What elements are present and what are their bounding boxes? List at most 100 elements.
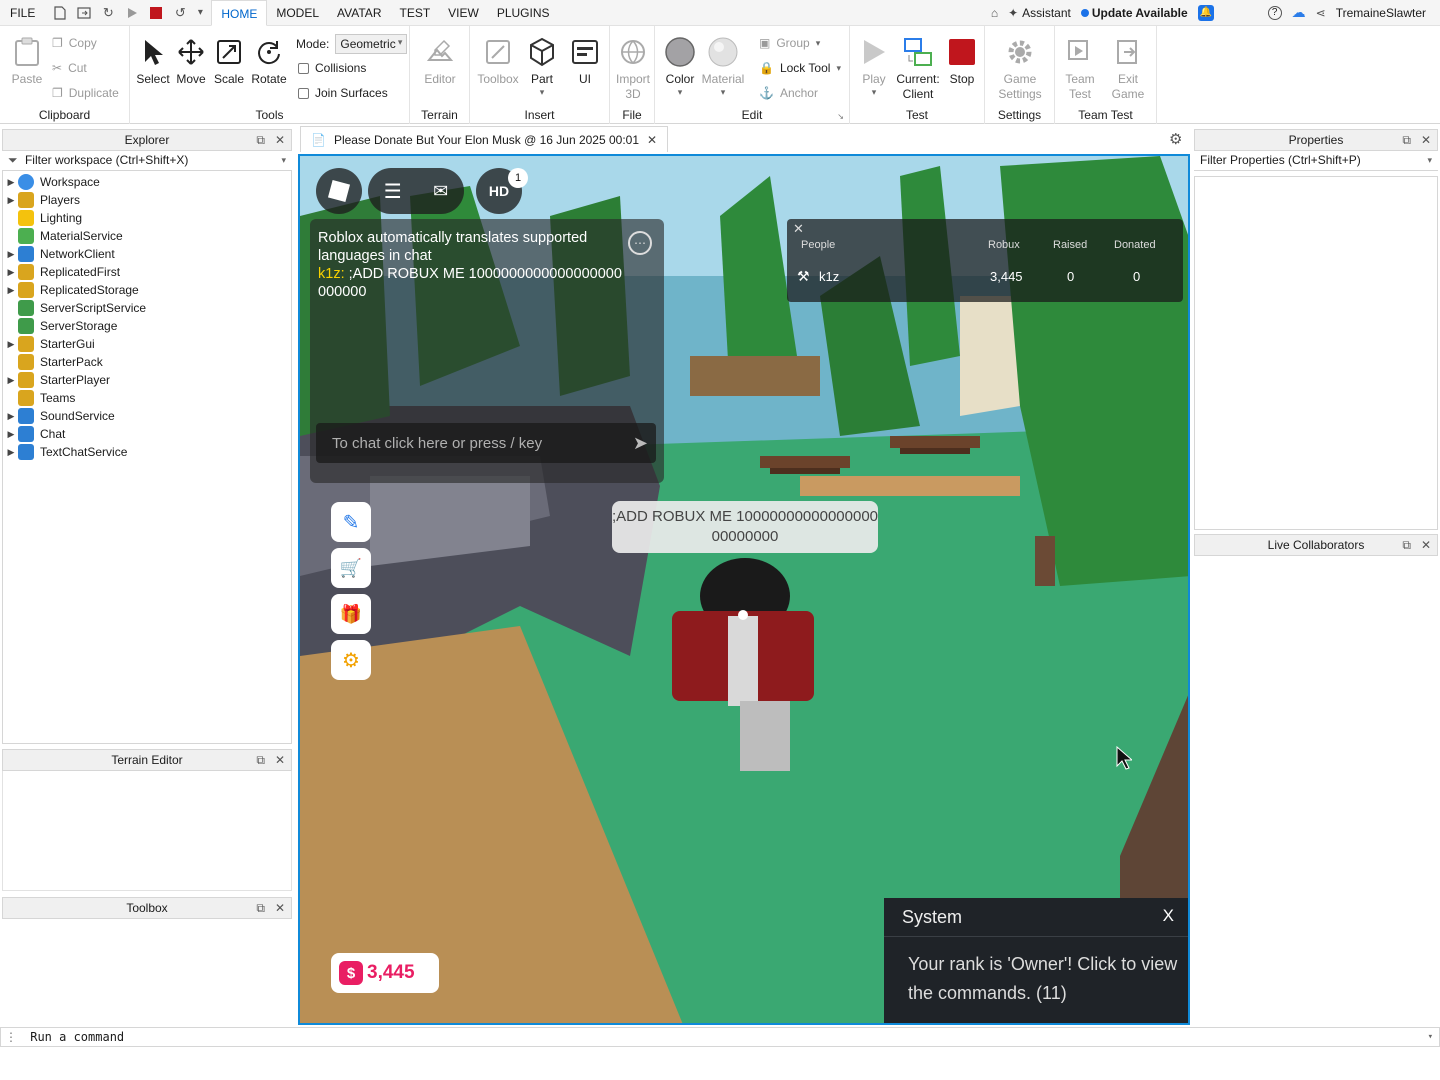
expand-arrow-icon[interactable]: ▶ <box>4 267 18 278</box>
hamburger-menu-icon[interactable]: ☰ <box>384 179 402 204</box>
lock-tool-button[interactable]: 🔒 Lock Tool ▾ <box>759 61 841 75</box>
lock-dropdown-icon[interactable]: ▾ <box>836 63 841 74</box>
collisions-toggle[interactable]: Collisions <box>298 61 366 75</box>
scale-button[interactable]: Scale <box>210 36 248 87</box>
exit-game-button[interactable]: Exit Game <box>1107 36 1149 102</box>
ui-button[interactable]: UI <box>566 36 604 87</box>
tab-plugins[interactable]: PLUGINS <box>488 0 559 26</box>
group-button[interactable]: ▣ Group ▾ <box>759 36 820 50</box>
explorer-item[interactable]: StarterPack <box>4 353 292 371</box>
tab-avatar[interactable]: AVATAR <box>328 0 390 26</box>
edit-side-button[interactable]: ✎ <box>331 502 371 542</box>
close-icon[interactable]: ✕ <box>1421 535 1431 555</box>
explorer-item[interactable]: MaterialService <box>4 227 292 245</box>
customize-dropdown-icon[interactable]: ▾ <box>195 4 205 22</box>
shop-side-button[interactable]: 🛒 <box>331 548 371 588</box>
join-surfaces-checkbox[interactable] <box>298 87 309 99</box>
toolbox-button[interactable]: Toolbox <box>476 36 520 87</box>
expand-arrow-icon[interactable]: ▶ <box>4 195 18 206</box>
explorer-item[interactable]: ▶ StarterPlayer <box>4 371 292 389</box>
tab-test[interactable]: TEST <box>390 0 439 26</box>
explorer-item[interactable]: Lighting <box>4 209 292 227</box>
team-test-button[interactable]: Team Test <box>1059 36 1101 102</box>
update-available-button[interactable]: Update Available <box>1080 6 1188 20</box>
roblox-menu-button[interactable] <box>316 168 362 214</box>
close-tab-icon[interactable]: ✕ <box>647 133 657 147</box>
explorer-item[interactable]: ▶ TextChatService <box>4 443 292 461</box>
undo-icon[interactable]: ↺ <box>171 4 189 22</box>
paste-button[interactable]: Paste <box>8 36 46 87</box>
undock-icon[interactable]: ⧉ <box>256 130 265 150</box>
explorer-item[interactable]: ▶ SoundService <box>4 407 292 425</box>
expand-arrow-icon[interactable]: ▶ <box>4 177 18 188</box>
leaderboard-close-icon[interactable]: ✕ <box>793 221 804 237</box>
username[interactable]: TremaineSlawter <box>1336 6 1426 20</box>
explorer-item[interactable]: ▶ ReplicatedFirst <box>4 263 292 281</box>
explorer-item[interactable]: ▶ Workspace <box>4 173 292 191</box>
material-button[interactable]: Material ▾ <box>701 36 745 97</box>
undock-icon[interactable]: ⧉ <box>1402 130 1411 150</box>
tab-home[interactable]: HOME <box>211 0 268 26</box>
explorer-item[interactable]: ▶ Chat <box>4 425 292 443</box>
current-client-button[interactable]: Current: Client <box>894 36 942 102</box>
cloud-icon[interactable]: ☁ <box>1292 4 1306 21</box>
settings-side-button[interactable]: ⚙ <box>331 640 371 680</box>
robux-balance[interactable]: $ 3,445 <box>331 953 439 993</box>
expand-arrow-icon[interactable]: ▶ <box>4 429 18 440</box>
stop-icon[interactable] <box>147 4 165 22</box>
chat-options-icon[interactable]: ⋯ <box>628 231 652 255</box>
notification-bell-icon[interactable]: 🔔 <box>1197 4 1214 21</box>
explorer-item[interactable]: ▶ Players <box>4 191 292 209</box>
expand-arrow-icon[interactable]: ▶ <box>4 375 18 386</box>
part-button[interactable]: Part ▾ <box>522 36 562 97</box>
game-viewport[interactable]: ☰ ✉ HD 1 Roblox automatically translates… <box>298 154 1190 1025</box>
undock-icon[interactable]: ⧉ <box>1402 535 1411 555</box>
new-file-icon[interactable] <box>51 4 69 22</box>
expand-arrow-icon[interactable]: ▶ <box>4 411 18 422</box>
terrain-editor-button[interactable]: Editor <box>421 36 459 87</box>
send-icon[interactable]: ➤ <box>633 433 648 454</box>
rotate-button[interactable]: Rotate <box>250 36 288 87</box>
expand-arrow-icon[interactable]: ▶ <box>4 249 18 260</box>
viewport-settings-gear-icon[interactable]: ⚙ <box>1169 130 1182 148</box>
explorer-item[interactable]: ▶ NetworkClient <box>4 245 292 263</box>
color-dropdown-icon[interactable]: ▾ <box>678 87 683 97</box>
command-bar[interactable]: ⋮ Run a command ▾ <box>0 1027 1440 1047</box>
group-dropdown-icon[interactable]: ▾ <box>816 38 821 49</box>
collisions-checkbox[interactable] <box>298 62 309 74</box>
share-icon[interactable]: ⋖ <box>1316 6 1326 20</box>
game-settings-button[interactable]: Game Settings <box>995 36 1045 102</box>
file-menu[interactable]: FILE <box>0 0 45 26</box>
redo-icon[interactable]: ↻ <box>99 4 117 22</box>
edit-expand-icon[interactable]: ↘ <box>837 112 844 121</box>
system-notification-close[interactable]: X <box>1163 906 1174 926</box>
help-icon[interactable]: ? <box>1267 5 1282 20</box>
anchor-button[interactable]: ⚓ Anchor <box>759 86 818 100</box>
move-button[interactable]: Move <box>172 36 210 87</box>
explorer-filter[interactable]: ⏷ Filter workspace (Ctrl+Shift+X) ▾ <box>2 151 292 171</box>
filter-dropdown-icon[interactable]: ▾ <box>281 151 286 170</box>
close-icon[interactable]: ✕ <box>275 130 285 150</box>
import3d-button[interactable]: Import 3D <box>612 36 654 102</box>
chat-input[interactable]: To chat click here or press / key ➤ <box>316 423 656 463</box>
undock-icon[interactable]: ⧉ <box>256 898 265 918</box>
play-button[interactable]: Play ▾ <box>854 36 894 97</box>
copy-button[interactable]: ❐ Copy <box>52 36 97 50</box>
chat-icon[interactable]: ✉ <box>433 181 448 202</box>
explorer-item[interactable]: Teams <box>4 389 292 407</box>
explorer-item[interactable]: ▶ ReplicatedStorage <box>4 281 292 299</box>
tab-view[interactable]: VIEW <box>439 0 488 26</box>
close-icon[interactable]: ✕ <box>275 898 285 918</box>
close-icon[interactable]: ✕ <box>1421 130 1431 150</box>
play-dropdown-icon[interactable]: ▾ <box>872 87 877 97</box>
system-notification[interactable]: System X Your rank is 'Owner'! Click to … <box>884 898 1188 1023</box>
explorer-item[interactable]: ▶ StarterGui <box>4 335 292 353</box>
home-icon[interactable]: ⌂ <box>991 6 998 20</box>
expand-arrow-icon[interactable]: ▶ <box>4 285 18 296</box>
duplicate-button[interactable]: ❐ Duplicate <box>52 86 119 100</box>
close-icon[interactable]: ✕ <box>275 750 285 770</box>
tab-model[interactable]: MODEL <box>267 0 328 26</box>
properties-filter-dropdown-icon[interactable]: ▾ <box>1427 151 1432 170</box>
explorer-item[interactable]: ServerStorage <box>4 317 292 335</box>
undock-icon[interactable]: ⧉ <box>256 750 265 770</box>
